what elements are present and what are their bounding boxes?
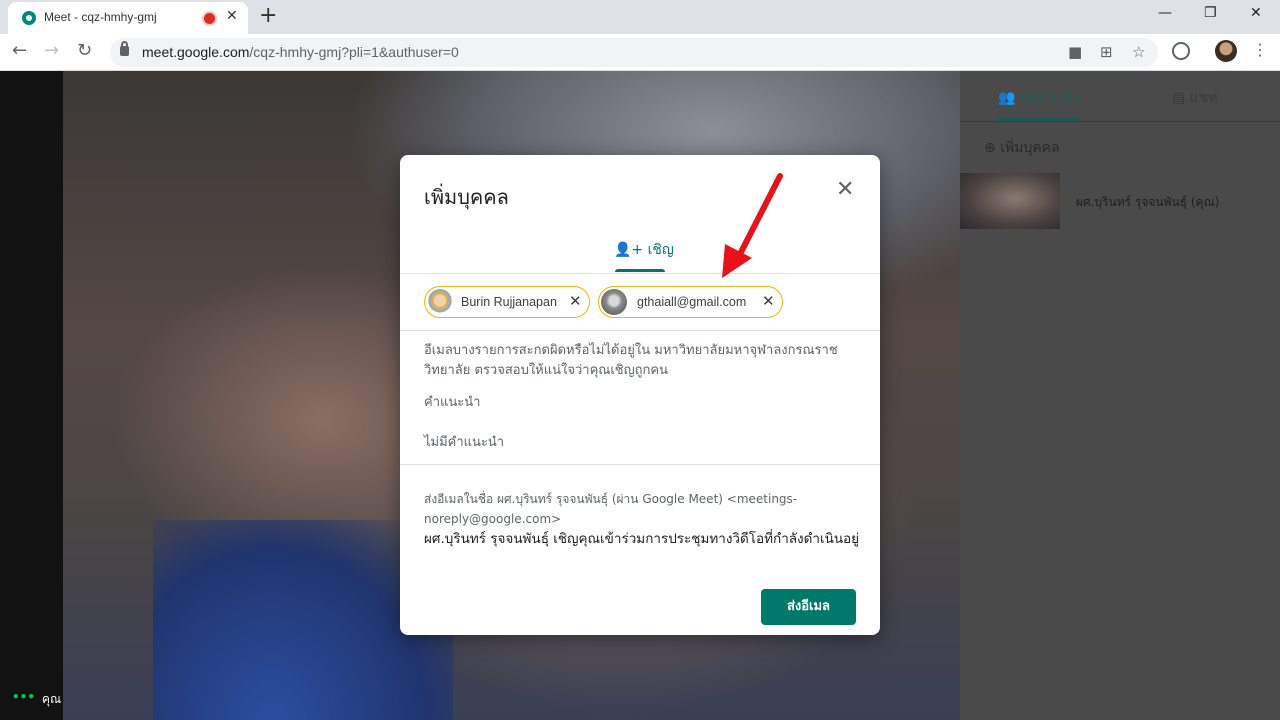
no-suggestions-text: ไม่มีคำแนะนำ [424,435,505,450]
dialog-close-icon[interactable]: ✕ [836,177,854,202]
camera-icon[interactable]: ■ [1068,43,1082,61]
warning-text: อีเมลบางรายการสะกดผิดหรือไม่ได้อยู่ใน มห… [424,343,838,378]
divider [400,273,880,274]
window-close-button[interactable]: ✕ [1250,5,1262,21]
browser-toolbar: ← → ↻ meet.google.com/cqz-hmhy-gmj?pli=1… [0,34,1280,71]
tab-title: Meet - cqz-hmhy-gmj [44,10,157,24]
chip-label: Burin Rujjanapan [461,295,557,309]
avatar [427,289,453,315]
add-people-dialog: เพิ่มบุคคล ✕ 👤+ เชิญ Burin Rujjanapan ✕ … [400,155,880,635]
menu-kebab-icon[interactable]: ⋮ [1252,40,1268,59]
chip-label: gthaiall@gmail.com [637,295,747,309]
recipient-chip[interactable]: Burin Rujjanapan ✕ [424,286,590,318]
back-arrow-icon[interactable]: ← [12,40,27,61]
window-minimize-button[interactable]: — [1158,5,1172,21]
tab-close-icon[interactable]: ✕ [226,8,238,24]
add-person-icon: 👤+ [614,242,644,258]
url-path: /cqz-hmhy-gmj?pli=1&authuser=0 [249,44,459,60]
address-bar[interactable]: meet.google.com/cqz-hmhy-gmj?pli=1&authu… [110,38,1158,67]
profile-avatar[interactable] [1215,40,1237,62]
recording-indicator-icon [204,13,215,24]
bookmark-star-icon[interactable]: ☆ [1132,43,1145,61]
invite-message: ผศ.บุรินทร์ รุจจนพันธุ์ เชิญคุณเข้าร่วมก… [424,531,860,547]
dialog-title: เพิ่มบุคคล [424,185,509,209]
extension-icon[interactable] [1172,42,1190,60]
arrow-head [722,244,752,278]
url-host: meet.google.com [142,44,250,60]
suggestions-label: คำแนะนำ [424,395,481,410]
translate-icon[interactable]: ⊞ [1100,43,1113,61]
lock-icon [120,41,129,56]
divider [400,330,880,331]
browser-tab-bar: Meet - cqz-hmhy-gmj ✕ + — ❐ ✕ [0,0,1280,34]
new-tab-button[interactable]: + [259,3,277,28]
reload-icon[interactable]: ↻ [77,40,92,61]
avatar [601,289,627,315]
meet-favicon-icon [22,11,36,25]
chip-remove-icon[interactable]: ✕ [762,292,775,310]
chip-remove-icon[interactable]: ✕ [569,292,582,310]
forward-arrow-icon[interactable]: → [44,40,59,61]
url-text: meet.google.com/cqz-hmhy-gmj?pli=1&authu… [142,44,459,60]
divider [400,464,880,465]
window-restore-button[interactable]: ❐ [1204,5,1217,21]
browser-tab[interactable]: Meet - cqz-hmhy-gmj ✕ [8,2,248,34]
arrow-shaft [735,173,783,261]
recipient-chip[interactable]: gthaiall@gmail.com ✕ [598,286,783,318]
tab-invite[interactable]: 👤+ เชิญ [614,239,674,261]
send-email-button[interactable]: ส่งอีเมล [761,589,856,625]
invite-tab-label: เชิญ [647,242,674,258]
sender-text: ส่งอีเมลในชื่อ ผศ.บุรินทร์ รุจจนพันธุ์ (… [424,492,798,526]
annotation-arrow-icon [722,173,783,278]
invite-tab-indicator [615,269,665,272]
